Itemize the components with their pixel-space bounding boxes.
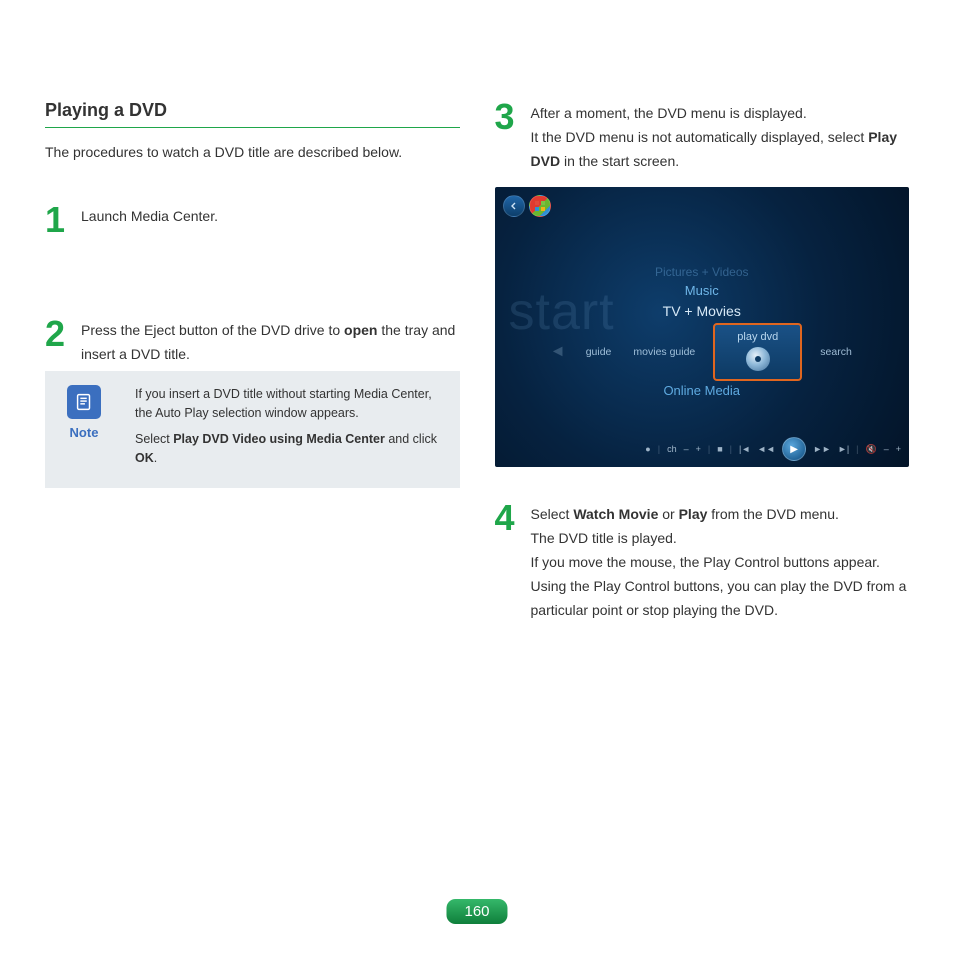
playback-controls: ● | ch – + | ■ | |◄ ◄◄ ▶ ►► ►| | 🔇 – + bbox=[645, 437, 901, 461]
step-1: 1 Launch Media Center. bbox=[45, 203, 460, 237]
windows-logo-icon[interactable] bbox=[529, 195, 551, 217]
dvd-disc-icon bbox=[746, 347, 770, 371]
step-number: 1 bbox=[45, 203, 71, 237]
note-box: Note If you insert a DVD title without s… bbox=[45, 371, 460, 489]
forward-icon[interactable]: ►► bbox=[813, 444, 831, 454]
tile-search[interactable]: search bbox=[816, 336, 856, 368]
note-label: Note bbox=[45, 425, 123, 440]
step-4: 4 Select Watch Movie or Play from the DV… bbox=[495, 501, 910, 622]
tile-play-dvd[interactable]: play dvd bbox=[713, 323, 802, 381]
intro-text: The procedures to watch a DVD title are … bbox=[45, 142, 460, 163]
page-number-badge: 160 bbox=[446, 899, 507, 924]
back-icon[interactable] bbox=[503, 195, 525, 217]
text: Press the Eject button of the DVD drive … bbox=[81, 322, 344, 338]
menu-row-pictures[interactable]: Pictures + Videos bbox=[495, 265, 910, 279]
menu-row-tv-movies[interactable]: TV + Movies bbox=[495, 303, 910, 319]
record-icon[interactable]: ● bbox=[645, 444, 650, 454]
note-line: Select Play DVD Video using Media Center… bbox=[135, 430, 446, 469]
ch-up[interactable]: + bbox=[696, 444, 701, 454]
tile-label: play dvd bbox=[737, 331, 778, 343]
ch-label: ch bbox=[667, 444, 677, 454]
tile-movies-guide[interactable]: movies guide bbox=[629, 336, 699, 368]
skip-fwd-icon[interactable]: ►| bbox=[838, 444, 849, 454]
menu-row-music[interactable]: Music bbox=[495, 283, 910, 298]
stop-icon[interactable]: ■ bbox=[717, 444, 722, 454]
skip-back-icon[interactable]: |◄ bbox=[739, 444, 750, 454]
mute-icon[interactable]: 🔇 bbox=[866, 444, 877, 455]
vol-up[interactable]: + bbox=[896, 444, 901, 454]
media-center-screenshot: start Pictures + Videos Music TV + Movie… bbox=[495, 187, 910, 467]
step-text: After a moment, the DVD menu is displaye… bbox=[531, 100, 910, 173]
step-text: Select Watch Movie or Play from the DVD … bbox=[531, 501, 910, 622]
section-title: Playing a DVD bbox=[45, 100, 460, 128]
step-text: Press the Eject button of the DVD drive … bbox=[81, 317, 460, 367]
menu-row-online-media[interactable]: Online Media bbox=[495, 383, 910, 398]
ch-down[interactable]: – bbox=[684, 444, 689, 454]
text: It the DVD menu is not automatically dis… bbox=[531, 129, 869, 145]
bold-text: open bbox=[344, 322, 377, 338]
rewind-icon[interactable]: ◄◄ bbox=[757, 444, 775, 454]
note-text: If you insert a DVD title without starti… bbox=[135, 385, 446, 475]
vol-down[interactable]: – bbox=[884, 444, 889, 454]
tile-guide[interactable]: guide bbox=[582, 336, 616, 368]
note-line: If you insert a DVD title without starti… bbox=[135, 385, 446, 424]
play-icon[interactable]: ▶ bbox=[782, 437, 806, 461]
note-icon bbox=[67, 385, 101, 419]
step-2: 2 Press the Eject button of the DVD driv… bbox=[45, 317, 460, 367]
tiles-row: ◄ guide movies guide play dvd search bbox=[495, 323, 910, 381]
step-number: 3 bbox=[495, 100, 521, 134]
step-number: 4 bbox=[495, 501, 521, 535]
step-text: Launch Media Center. bbox=[81, 203, 218, 229]
left-arrow-icon[interactable]: ◄ bbox=[548, 342, 568, 362]
text: After a moment, the DVD menu is displaye… bbox=[531, 105, 807, 121]
step-3: 3 After a moment, the DVD menu is displa… bbox=[495, 100, 910, 173]
text: in the start screen. bbox=[560, 153, 679, 169]
step-number: 2 bbox=[45, 317, 71, 351]
